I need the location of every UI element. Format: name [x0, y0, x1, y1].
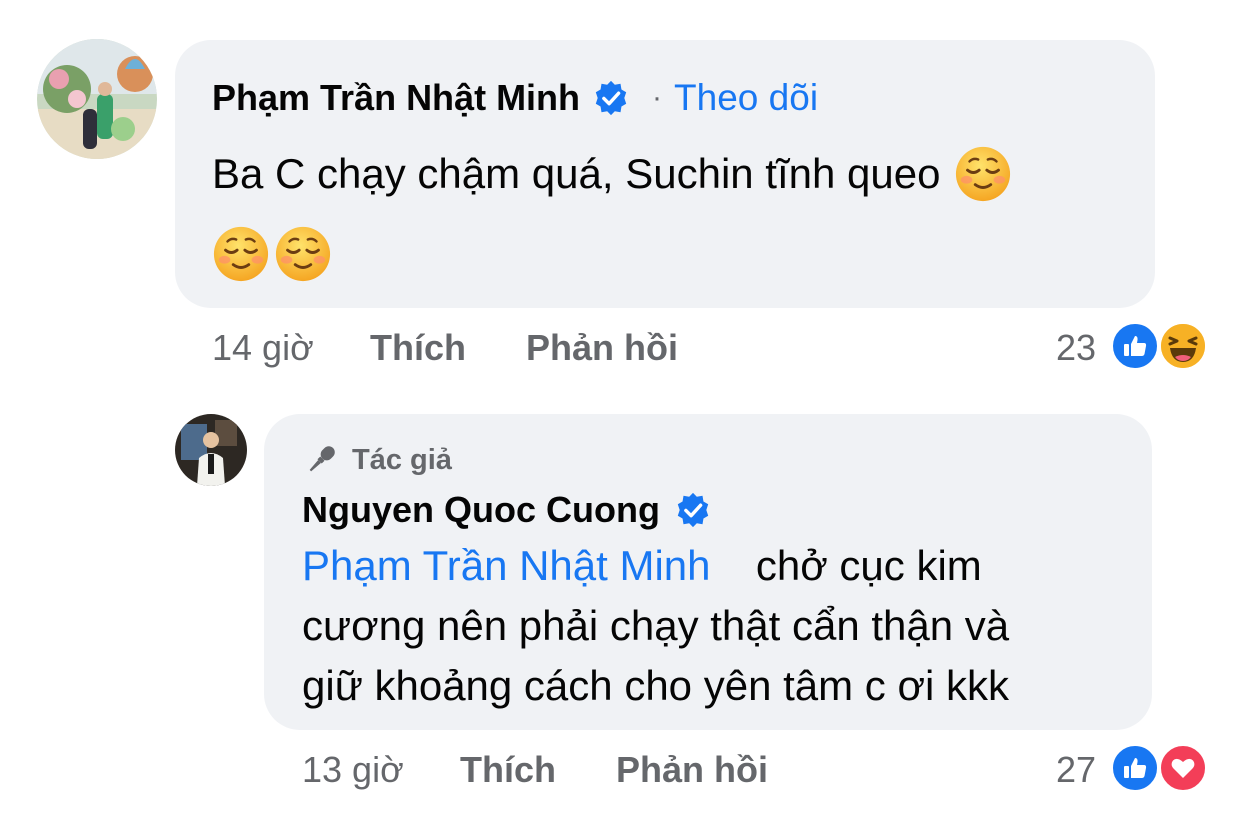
comment-author[interactable]: Nguyen Quoc Cuong — [302, 489, 660, 531]
author-badge-label: Tác giả — [352, 443, 452, 476]
comment-text-line: cương nên phải chạy thật cẩn thận và — [302, 602, 1010, 649]
comment-time[interactable]: 13 giờ — [302, 748, 404, 792]
mention-link[interactable]: Phạm Trần Nhật Minh — [302, 542, 711, 589]
avatar[interactable] — [175, 414, 247, 486]
separator-dot: · — [652, 81, 663, 114]
comment-text: Ba C chạy chậm quá, Suchin tĩnh queo — [212, 144, 1142, 284]
verified-badge-icon — [592, 79, 630, 117]
follow-link[interactable]: Theo dõi — [674, 77, 818, 119]
verified-badge-icon — [674, 491, 712, 529]
like-icon[interactable] — [1110, 743, 1160, 793]
like-icon[interactable] — [1110, 321, 1160, 371]
love-icon[interactable] — [1158, 743, 1208, 793]
reply-button[interactable]: Phản hồi — [616, 748, 768, 792]
reply-button[interactable]: Phản hồi — [526, 326, 678, 370]
reaction-count[interactable]: 23 — [1036, 326, 1096, 370]
smiling-face-icon — [212, 225, 270, 283]
author-badge: Tác giả — [302, 440, 452, 480]
comment-text-line: giữ khoảng cách cho yên tâm c ơi kkk — [302, 662, 1009, 709]
comment-text-line: chở cục kim — [755, 542, 982, 589]
comment-time[interactable]: 14 giờ — [212, 326, 314, 370]
haha-icon[interactable] — [1158, 321, 1208, 371]
reaction-count[interactable]: 27 — [1036, 748, 1096, 792]
like-button[interactable]: Thích — [460, 748, 556, 792]
smiling-face-icon — [274, 225, 332, 283]
comment-text: Phạm Trần Nhật Minh chở cục kim cương nê… — [302, 536, 1142, 716]
comment-text-line: Ba C chạy chậm quá, Suchin tĩnh queo — [212, 150, 941, 197]
like-button[interactable]: Thích — [370, 326, 466, 370]
comment-author[interactable]: Phạm Trần Nhật Minh — [212, 77, 580, 119]
comment-header: Phạm Trần Nhật Minh · Theo dõi — [212, 76, 818, 120]
microphone-icon — [309, 446, 335, 472]
avatar[interactable] — [37, 39, 157, 159]
reply-header: Nguyen Quoc Cuong — [302, 488, 712, 532]
smiling-face-icon — [954, 145, 1012, 203]
